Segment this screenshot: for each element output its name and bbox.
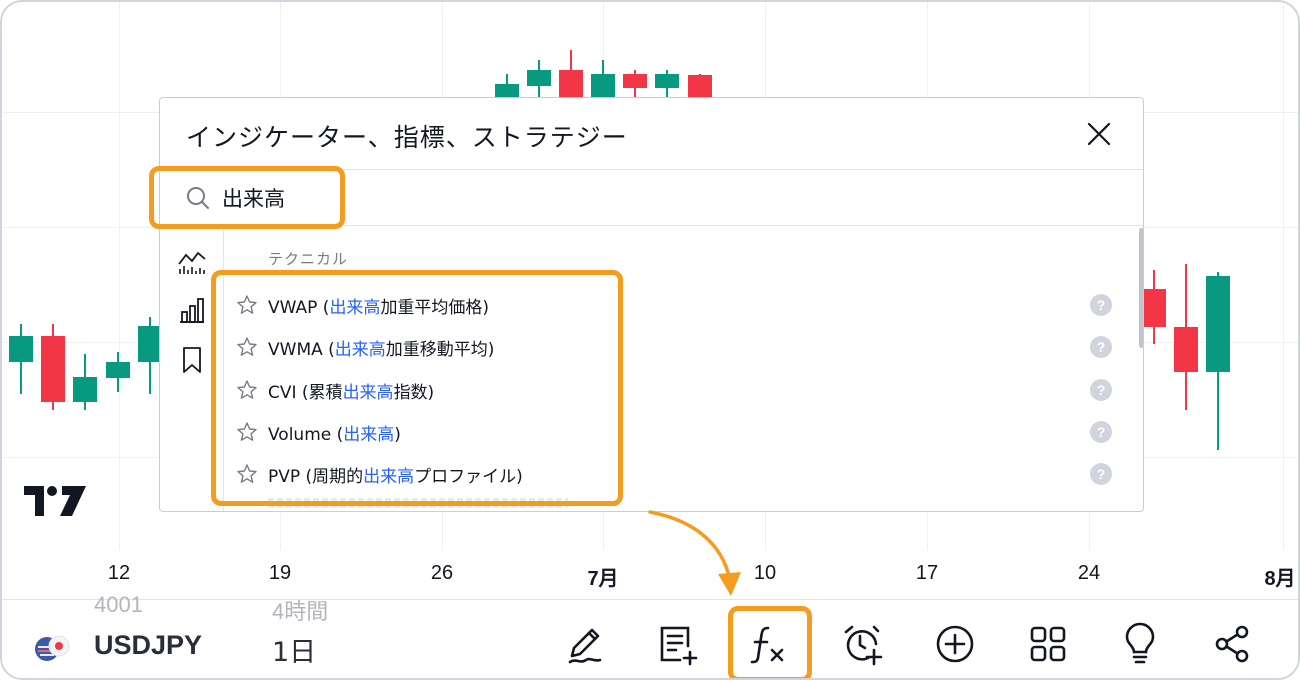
tradingview-logo-icon xyxy=(24,486,86,516)
time-axis-label: 17 xyxy=(915,562,939,584)
favorite-star-icon[interactable] xyxy=(236,421,258,443)
indicator-label: PVP (周期的出来高プロファイル) xyxy=(268,462,523,487)
time-axis-label: 26 xyxy=(430,562,454,584)
grid-layout-icon[interactable] xyxy=(1024,620,1072,668)
category-sidebar xyxy=(160,226,224,511)
indicator-label-match: 出来高 xyxy=(343,425,395,445)
indicator-label-match: 出来高 xyxy=(363,467,415,487)
time-axis-label: 12 xyxy=(107,562,131,584)
indicator-label-suffix: 指数) xyxy=(393,383,435,403)
time-axis-label: 8月 xyxy=(1264,568,1296,590)
indicator-label-prefix: Volume ( xyxy=(268,425,344,445)
help-icon[interactable]: ? xyxy=(1090,421,1112,443)
candle-body xyxy=(1174,327,1198,372)
indicator-row[interactable]: Volume (出来高)? xyxy=(224,411,1124,453)
us-japan-flag-icon[interactable] xyxy=(34,634,70,664)
ghost-price-text: 4001 xyxy=(94,592,143,617)
time-axis-label: 24 xyxy=(1077,562,1101,584)
app-frame: 12 19 26 7月 10 17 24 8月 4001 4時間 USDJPY … xyxy=(0,0,1300,680)
search-row xyxy=(160,170,1143,226)
section-label: テクニカル xyxy=(268,250,349,268)
scrollbar[interactable] xyxy=(1139,228,1143,348)
indicator-label-suffix: プロファイル) xyxy=(414,467,523,487)
search-input[interactable] xyxy=(222,180,622,216)
candle-body xyxy=(106,362,130,378)
help-icon[interactable]: ? xyxy=(1090,294,1112,316)
candle-body xyxy=(9,336,33,362)
indicators-dialog: インジケーター、指標、ストラテジー 出来高 テクニカル VWAP (出来高加重平… xyxy=(159,97,1144,512)
partially-visible-row xyxy=(268,498,568,508)
dialog-title: インジケーター、指標、ストラテジー xyxy=(186,123,628,152)
ghost-interval-text: 4時間 xyxy=(272,599,329,624)
search-icon xyxy=(187,187,209,209)
time-axis-label: 7月 xyxy=(587,568,619,590)
indicator-label-suffix: ) xyxy=(394,425,401,445)
lightbulb-icon[interactable] xyxy=(1116,620,1164,668)
help-icon[interactable]: ? xyxy=(1090,379,1112,401)
bookmark-icon[interactable] xyxy=(176,344,208,376)
technicals-chart-icon[interactable] xyxy=(176,246,208,278)
close-icon[interactable] xyxy=(1085,120,1113,148)
indicator-label-match: 出来高 xyxy=(329,298,381,318)
candle-body xyxy=(655,74,679,88)
indicator-row[interactable]: CVI (累積出来高指数)? xyxy=(224,369,1124,411)
plus-circle-icon[interactable] xyxy=(931,620,979,668)
indicator-label-match: 出来高 xyxy=(342,383,394,403)
candle-body xyxy=(527,70,551,86)
indicator-row[interactable]: VWMA (出来高加重移動平均)? xyxy=(224,326,1124,368)
indicator-label-prefix: PVP (周期的 xyxy=(268,467,364,487)
bottom-toolbar: 4001 4時間 USDJPY 1日 xyxy=(2,592,1298,678)
dialog-header: インジケーター、指標、ストラテジー xyxy=(160,98,1143,170)
indicator-label: CVI (累積出来高指数) xyxy=(268,378,434,403)
interval-selector[interactable]: 1日 xyxy=(272,630,316,669)
indicator-label: Volume (出来高) xyxy=(268,420,401,445)
financials-bar-icon[interactable] xyxy=(176,294,208,326)
indicator-label-prefix: CVI (累積 xyxy=(268,383,343,403)
indicators-fx-icon[interactable] xyxy=(746,620,794,668)
indicator-label-prefix: VWMA ( xyxy=(268,340,335,360)
symbol-name[interactable]: USDJPY xyxy=(94,630,202,661)
indicator-row[interactable]: VWAP (出来高加重平均価格)? xyxy=(224,284,1124,326)
candle-body xyxy=(41,336,65,402)
annotation-arrow-icon xyxy=(648,510,741,596)
help-icon[interactable]: ? xyxy=(1090,463,1112,485)
indicator-label: VWAP (出来高加重平均価格) xyxy=(268,293,489,318)
pencil-icon[interactable] xyxy=(562,620,610,668)
alarm-add-icon[interactable] xyxy=(838,620,886,668)
candle-body xyxy=(1206,276,1230,372)
favorite-star-icon[interactable] xyxy=(236,294,258,316)
favorite-star-icon[interactable] xyxy=(236,379,258,401)
indicator-list: テクニカル VWAP (出来高加重平均価格)? VWMA (出来高加重移動平均)?… xyxy=(224,226,1134,511)
indicator-label-suffix: 加重平均価格) xyxy=(380,298,490,318)
share-icon[interactable] xyxy=(1208,620,1256,668)
indicator-label-prefix: VWAP ( xyxy=(268,298,330,318)
indicator-label: VWMA (出来高加重移動平均) xyxy=(268,335,494,360)
time-axis-label: 10 xyxy=(753,562,777,584)
favorite-star-icon[interactable] xyxy=(236,336,258,358)
favorite-star-icon[interactable] xyxy=(236,463,258,485)
candle-body xyxy=(1142,289,1166,327)
candle-body xyxy=(623,74,647,88)
candle-body xyxy=(73,377,97,402)
indicator-row[interactable]: PVP (周期的出来高プロファイル)? xyxy=(224,453,1124,495)
indicator-label-suffix: 加重移動平均) xyxy=(385,340,495,360)
help-icon[interactable]: ? xyxy=(1090,336,1112,358)
indicator-label-match: 出来高 xyxy=(334,340,386,360)
add-note-icon[interactable] xyxy=(654,620,702,668)
time-axis-label: 19 xyxy=(268,562,292,584)
